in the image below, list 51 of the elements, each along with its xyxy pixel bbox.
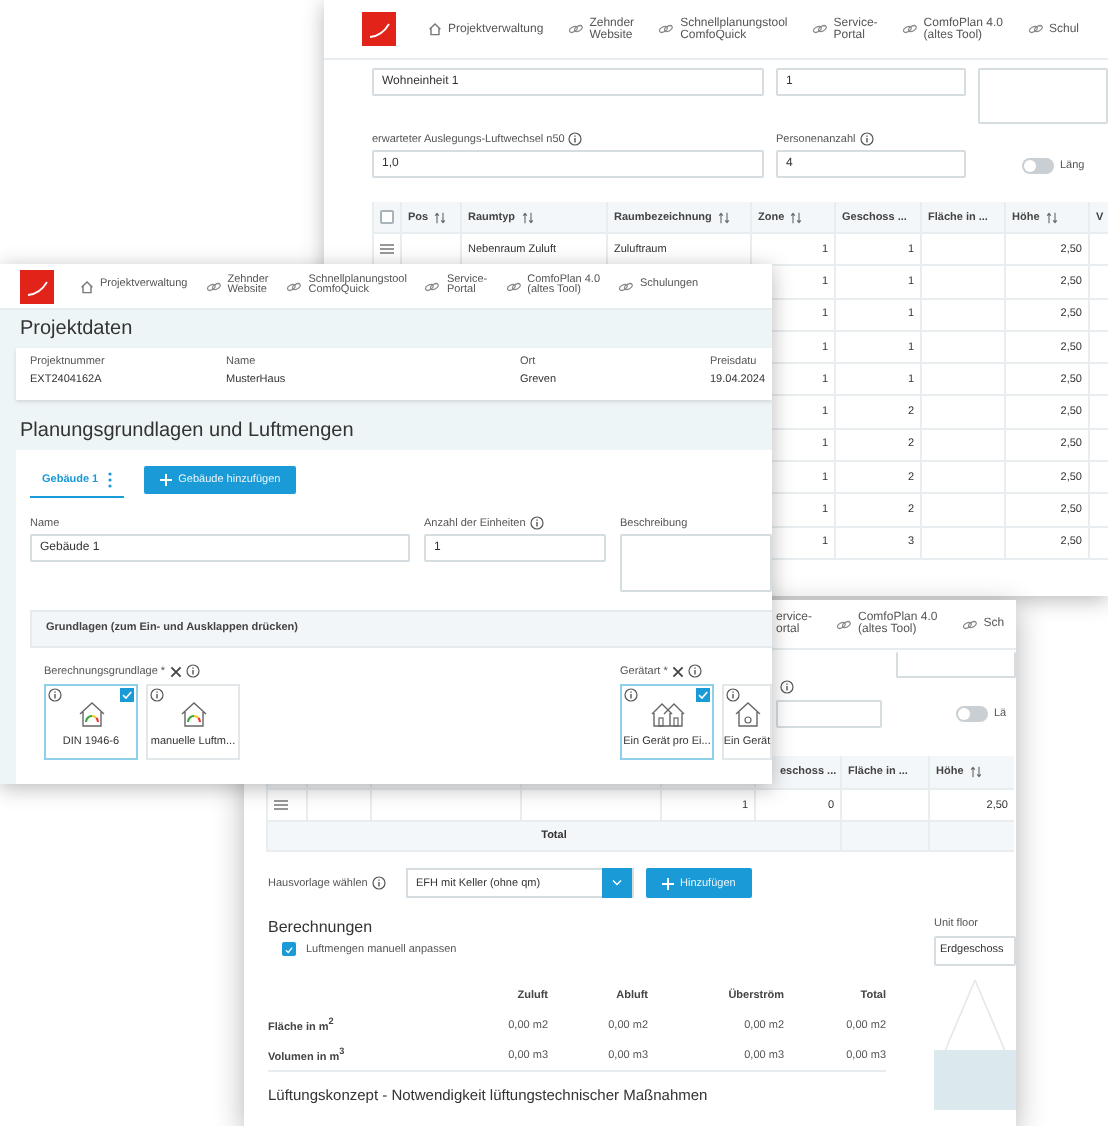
info-icon: [185, 664, 200, 678]
info-icon: [859, 132, 874, 146]
checkbox[interactable]: [282, 942, 296, 956]
checkbox-icon: [120, 688, 134, 702]
link-icon: [658, 24, 675, 34]
link-icon: [424, 281, 441, 291]
toggle-switch[interactable]: [1022, 158, 1054, 174]
link-icon: [505, 281, 522, 291]
home-icon: [80, 279, 94, 293]
info-icon: [726, 688, 740, 702]
link-icon: [205, 281, 222, 291]
house-outline-drawing: [934, 978, 1016, 1110]
close-icon: [169, 665, 182, 677]
link-icon: [618, 281, 635, 291]
house-gauge-icon: [75, 700, 107, 728]
link-icon: [836, 619, 853, 629]
info-icon: [780, 680, 794, 694]
info-icon: [48, 688, 62, 702]
house-icon: [733, 700, 761, 728]
description-field[interactable]: [620, 534, 772, 592]
description-field[interactable]: [978, 68, 1108, 124]
chevron-icon: [602, 868, 632, 898]
logo-icon: [362, 12, 396, 46]
plus-icon: [662, 877, 674, 889]
toggle-switch[interactable]: [956, 706, 988, 722]
section-title: Berechnungen: [268, 918, 375, 938]
close-icon: [671, 665, 684, 677]
checkbox[interactable]: [380, 210, 394, 224]
page-title: Projektdaten: [20, 318, 135, 342]
link-icon: [286, 281, 303, 291]
more-icon: [108, 471, 113, 487]
section-title: Planungsgrundlagen und Luftmengen: [20, 420, 356, 444]
link-icon: [961, 619, 978, 629]
houses-icon: [649, 700, 685, 728]
info-icon: [568, 132, 583, 146]
persons-field[interactable]: [776, 700, 882, 728]
info-icon: [624, 688, 638, 702]
checkbox-icon: [696, 688, 710, 702]
link-icon: [567, 24, 584, 34]
home-icon: [428, 22, 442, 36]
house-gauge-icon: [177, 700, 209, 728]
info-icon: [687, 664, 702, 678]
info-icon: [150, 688, 164, 702]
link-icon: [901, 24, 918, 34]
info-icon: [371, 876, 386, 890]
description-field[interactable]: [896, 652, 1016, 678]
drag-handle-icon: [274, 800, 288, 810]
link-icon: [811, 24, 828, 34]
logo-icon: [20, 269, 54, 303]
plus-icon: [160, 474, 173, 486]
link-icon: [1027, 24, 1043, 34]
